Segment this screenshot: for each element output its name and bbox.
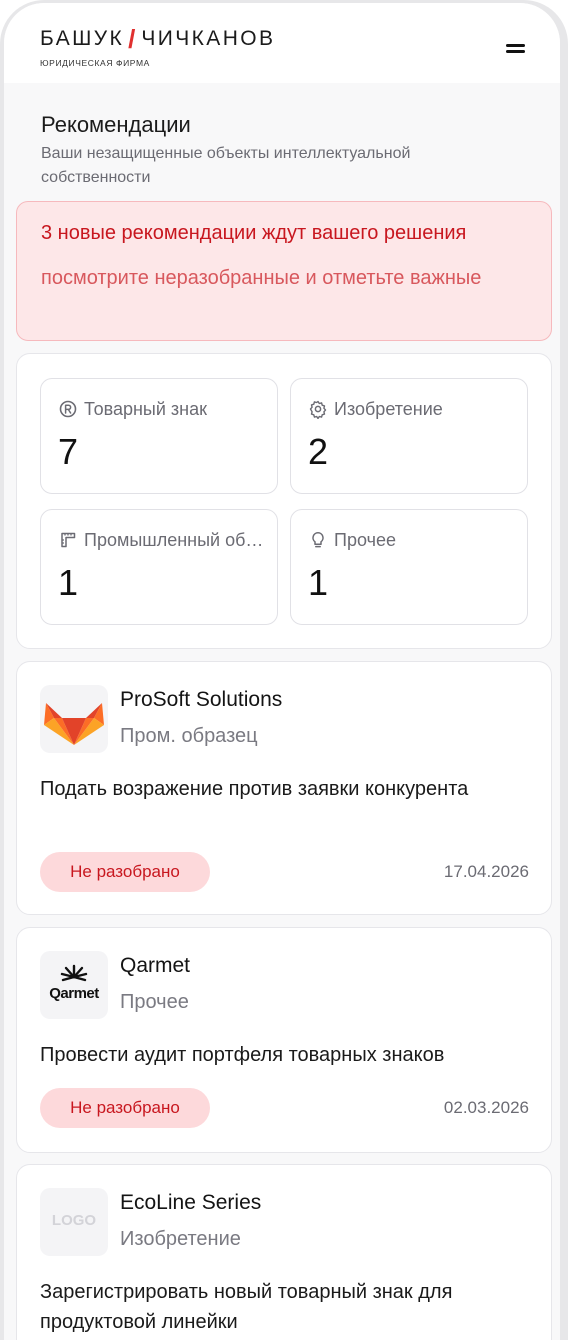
company-name: EcoLine Series — [120, 1191, 262, 1214]
qarmet-logo: Qarmet — [40, 951, 108, 1019]
brand-name: БАШУК / ЧИЧКАНОВ — [40, 24, 276, 54]
recommendation-description: Провести аудит портфеля товарных знаков — [40, 1044, 445, 1066]
menu-icon[interactable] — [504, 43, 528, 57]
alert-title: 3 новые рекомендации ждут вашего решения — [41, 222, 467, 244]
company-name: ProSoft Solutions — [120, 688, 283, 711]
stat-label: Промышленный образец — [84, 529, 265, 550]
placeholder-logo: LOGO — [40, 1188, 108, 1256]
status-badge[interactable]: Не разобрано — [40, 852, 210, 892]
qarmet-logo-text: Qarmet — [49, 985, 99, 1002]
new-recommendations-alert[interactable]: 3 новые рекомендации ждут вашего решения… — [16, 201, 552, 341]
recommendation-description: Подать возражение против заявки конкурен… — [40, 778, 469, 800]
brand-name-right: ЧИЧКАНОВ — [141, 27, 276, 50]
recommendation-date: 17.04.2026 — [443, 862, 529, 881]
stat-label: Товарный знак — [84, 398, 207, 419]
company-name: Qarmet — [120, 954, 191, 977]
page-title: Рекомендации — [41, 112, 191, 137]
ip-category: Пром. образец — [120, 725, 258, 747]
placeholder-logo-text: LOGO — [51, 1212, 97, 1229]
stat-value: 7 — [58, 431, 79, 472]
recommendation-card[interactable]: ProSoft Solutions Пром. образец Подать в… — [16, 661, 552, 915]
lightbulb-icon — [312, 532, 324, 548]
ip-category: Изобретение — [120, 1228, 241, 1250]
app-header: БАШУК / ЧИЧКАНОВ ЮРИДИЧЕСКАЯ ФИРМА — [4, 3, 560, 83]
alert-text: посмотрите неразобранные и отметьте важн… — [41, 267, 482, 289]
brand-tagline: ЮРИДИЧЕСКАЯ ФИРМА — [40, 58, 150, 68]
stat-label: Изобретение — [334, 398, 443, 419]
fox-logo-mark — [44, 703, 104, 745]
ruler-square-icon — [61, 532, 76, 548]
category-stats-card: Товарный знак 7 Изобретение 2 Промышленн… — [16, 353, 552, 649]
recommendation-date: 02.03.2026 — [443, 1098, 529, 1117]
device-frame: БАШУК / ЧИЧКАНОВ ЮРИДИЧЕСКАЯ ФИРМА Реком… — [0, 0, 568, 1340]
registered-icon — [59, 400, 77, 418]
gear-icon — [309, 400, 327, 419]
stat-industrial-design[interactable]: Промышленный образец 1 — [40, 509, 278, 625]
recommendation-description: Зарегистрировать новый товарный знак для… — [40, 1281, 453, 1333]
menu-icon-line-bottom — [506, 50, 525, 53]
stat-invention[interactable]: Изобретение 2 — [290, 378, 528, 494]
stat-value: 1 — [308, 562, 329, 603]
recommendation-card[interactable]: Qarmet Qarmet Прочее Провести аудит порт… — [16, 927, 552, 1153]
page-heading: Рекомендации Ваши незащищенные объекты и… — [41, 111, 521, 190]
stat-label: Прочее — [334, 529, 396, 550]
brand-slash: / — [128, 24, 136, 54]
page-subtitle: Ваши незащищенные объекты интеллектуальн… — [41, 145, 411, 186]
brand-name-left: БАШУК — [40, 27, 125, 50]
recommendation-card[interactable]: LOGO EcoLine Series Изобретение Зарегист… — [16, 1164, 552, 1340]
stat-value: 1 — [58, 562, 79, 603]
fox-logo — [40, 685, 108, 753]
stat-value: 2 — [308, 431, 329, 472]
menu-icon-line-top — [506, 44, 525, 47]
app-screen: БАШУК / ЧИЧКАНОВ ЮРИДИЧЕСКАЯ ФИРМА Реком… — [4, 3, 560, 1340]
ip-category: Прочее — [120, 991, 189, 1013]
status-badge[interactable]: Не разобрано — [40, 1088, 210, 1128]
brand-logo[interactable]: БАШУК / ЧИЧКАНОВ ЮРИДИЧЕСКАЯ ФИРМА — [40, 24, 276, 68]
stat-other[interactable]: Прочее 1 — [290, 509, 528, 625]
stat-trademark[interactable]: Товарный знак 7 — [40, 378, 278, 494]
